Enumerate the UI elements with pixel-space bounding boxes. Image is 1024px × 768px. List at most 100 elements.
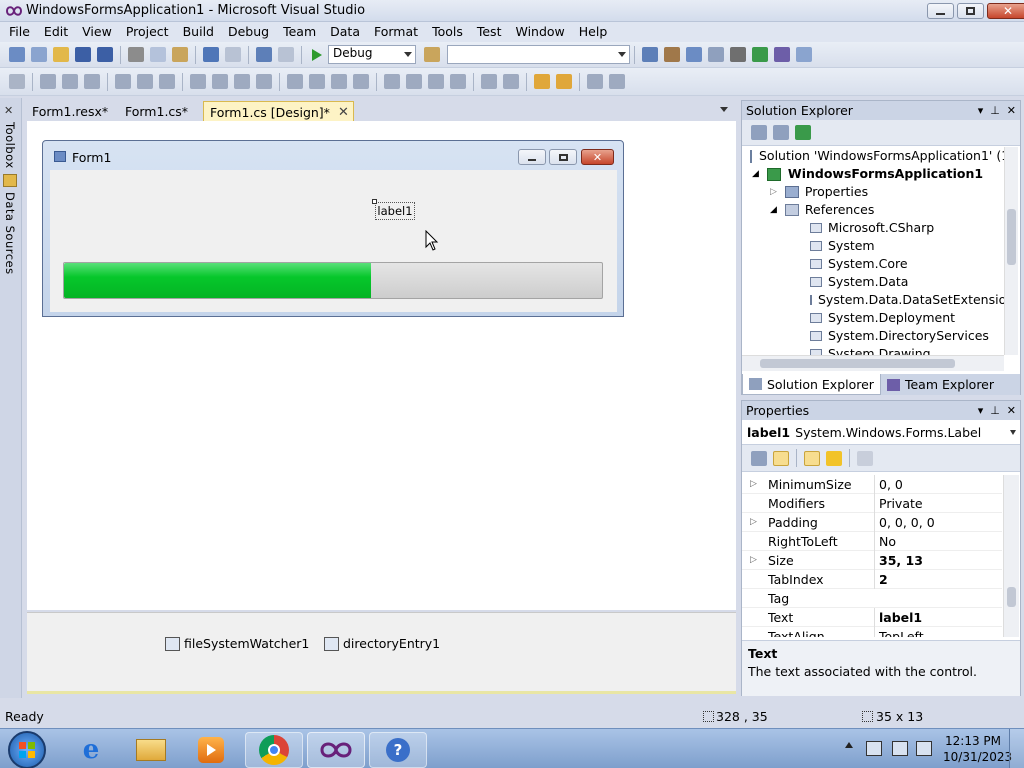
property-value[interactable]: 0, 0: [874, 475, 903, 494]
label1[interactable]: label1: [375, 202, 415, 220]
tab-overflow-icon[interactable]: [720, 107, 728, 112]
form-maximize-button[interactable]: [549, 149, 577, 165]
scrollbar-thumb[interactable]: [1007, 209, 1016, 265]
show-all-files-icon[interactable]: [773, 125, 789, 140]
tab-form1-resx[interactable]: Form1.resx*: [26, 101, 114, 122]
tree-reference-item[interactable]: System.Data: [742, 273, 1004, 291]
property-row[interactable]: ▷ Padding 0, 0, 0, 0: [742, 512, 1002, 532]
add-item-icon[interactable]: [31, 47, 47, 62]
tools-icon[interactable]: [730, 47, 746, 62]
increase-horizontal-spacing-icon[interactable]: [309, 74, 325, 89]
expand-icon[interactable]: ▷: [750, 475, 757, 494]
menu-test[interactable]: Test: [470, 22, 509, 42]
pin-icon[interactable]: ✕: [4, 104, 13, 117]
tree-properties-node[interactable]: ▷ Properties: [742, 183, 1004, 201]
solution-explorer-icon[interactable]: [642, 47, 658, 62]
property-value[interactable]: 2: [874, 569, 888, 589]
align-middles-icon[interactable]: [137, 74, 153, 89]
object-selector[interactable]: label1 System.Windows.Forms.Label: [742, 420, 1020, 445]
increase-vertical-spacing-icon[interactable]: [406, 74, 422, 89]
start-button[interactable]: [8, 731, 46, 768]
toolbox-tab[interactable]: Toolbox: [3, 122, 17, 169]
media-player-button[interactable]: [182, 732, 240, 768]
save-all-icon[interactable]: [97, 47, 113, 62]
navigate-forward-icon[interactable]: [278, 47, 294, 62]
form-minimize-button[interactable]: [518, 149, 546, 165]
tree-reference-item[interactable]: Microsoft.CSharp: [742, 219, 1004, 237]
show-hidden-icons-icon[interactable]: [845, 742, 853, 748]
align-to-grid-icon[interactable]: [9, 74, 25, 89]
directoryentry1-component[interactable]: directoryEntry1: [324, 636, 440, 651]
menu-view[interactable]: View: [75, 22, 119, 42]
tab-form1-design[interactable]: Form1.cs [Design]* ✕: [203, 101, 354, 122]
tree-references-node[interactable]: ◢ References: [742, 201, 1004, 219]
command-window-icon[interactable]: [796, 47, 812, 62]
menu-project[interactable]: Project: [119, 22, 176, 42]
horizontal-spacing-icon[interactable]: [287, 74, 303, 89]
alphabetical-icon[interactable]: [773, 450, 789, 466]
center-vertically-icon[interactable]: [503, 74, 519, 89]
menu-file[interactable]: File: [2, 22, 37, 42]
help-viewer-button[interactable]: ?: [369, 732, 427, 768]
property-value[interactable]: 0, 0, 0, 0: [874, 512, 935, 532]
align-tops-icon[interactable]: [115, 74, 131, 89]
make-same-width-icon[interactable]: [190, 74, 206, 89]
property-value[interactable]: Private: [874, 493, 923, 513]
property-row[interactable]: Tag: [742, 589, 1002, 608]
tree-reference-item[interactable]: System.Data.DataSetExtensions: [742, 291, 1004, 309]
volume-icon[interactable]: [916, 741, 932, 756]
align-bottoms-icon[interactable]: [159, 74, 175, 89]
refresh-icon[interactable]: [795, 125, 811, 140]
pane-buttons[interactable]: ▾ ⊥ ✕: [978, 101, 1016, 120]
menu-format[interactable]: Format: [367, 22, 425, 42]
scrollbar-thumb[interactable]: [760, 359, 955, 368]
menu-data[interactable]: Data: [323, 22, 367, 42]
chrome-button[interactable]: [245, 732, 303, 768]
property-value[interactable]: 35, 13: [874, 550, 923, 570]
scrollbar-thumb[interactable]: [1007, 587, 1016, 607]
send-to-back-icon[interactable]: [556, 74, 572, 89]
expand-icon[interactable]: ▷: [750, 551, 757, 570]
vertical-scrollbar[interactable]: [1004, 147, 1018, 355]
menu-tools[interactable]: Tools: [425, 22, 470, 42]
menu-debug[interactable]: Debug: [221, 22, 276, 42]
tab-form1-cs[interactable]: Form1.cs*: [119, 101, 194, 122]
redo-icon[interactable]: [225, 47, 241, 62]
tab-team-explorer[interactable]: Team Explorer: [881, 374, 1000, 395]
restore-button[interactable]: [957, 3, 984, 19]
property-scrollbar[interactable]: [1003, 475, 1019, 637]
form-close-button[interactable]: ✕: [581, 149, 614, 165]
copy-icon[interactable]: [150, 47, 166, 62]
minimize-button[interactable]: [927, 3, 954, 19]
form1-window[interactable]: Form1 ✕ label1: [42, 140, 624, 317]
solution-configuration-dropdown[interactable]: Debug: [328, 45, 416, 64]
progress-bar[interactable]: [63, 262, 603, 299]
decrease-vertical-spacing-icon[interactable]: [428, 74, 444, 89]
pane-buttons[interactable]: ▾ ⊥ ✕: [978, 401, 1016, 420]
tree-project-node[interactable]: ◢ WindowsFormsApplication1: [742, 165, 1004, 183]
properties-view-icon[interactable]: [804, 450, 820, 466]
menu-window[interactable]: Window: [508, 22, 571, 42]
team-icon[interactable]: [774, 47, 790, 62]
tab-order-icon[interactable]: [587, 74, 603, 89]
lock-controls-icon[interactable]: [609, 74, 625, 89]
find-in-files-icon[interactable]: [424, 47, 440, 62]
menu-edit[interactable]: Edit: [37, 22, 75, 42]
bring-to-front-icon[interactable]: [534, 74, 550, 89]
property-row[interactable]: Modifiers Private: [742, 493, 1002, 513]
make-same-size-icon[interactable]: [256, 74, 272, 89]
start-debugging-icon[interactable]: [312, 48, 322, 61]
property-row[interactable]: RightToLeft No: [742, 531, 1002, 551]
vertical-spacing-icon[interactable]: [384, 74, 400, 89]
find-combo[interactable]: [447, 45, 630, 64]
decrease-horizontal-spacing-icon[interactable]: [331, 74, 347, 89]
menu-help[interactable]: Help: [572, 22, 615, 42]
navigate-back-icon[interactable]: [256, 47, 272, 62]
toolbox-icon[interactable]: [708, 47, 724, 62]
close-button[interactable]: ✕: [987, 3, 1024, 19]
new-project-icon[interactable]: [9, 47, 25, 62]
undo-icon[interactable]: [203, 47, 219, 62]
extension-icon[interactable]: [752, 47, 768, 62]
center-horizontally-icon[interactable]: [481, 74, 497, 89]
property-value[interactable]: TopLeft: [874, 626, 924, 637]
